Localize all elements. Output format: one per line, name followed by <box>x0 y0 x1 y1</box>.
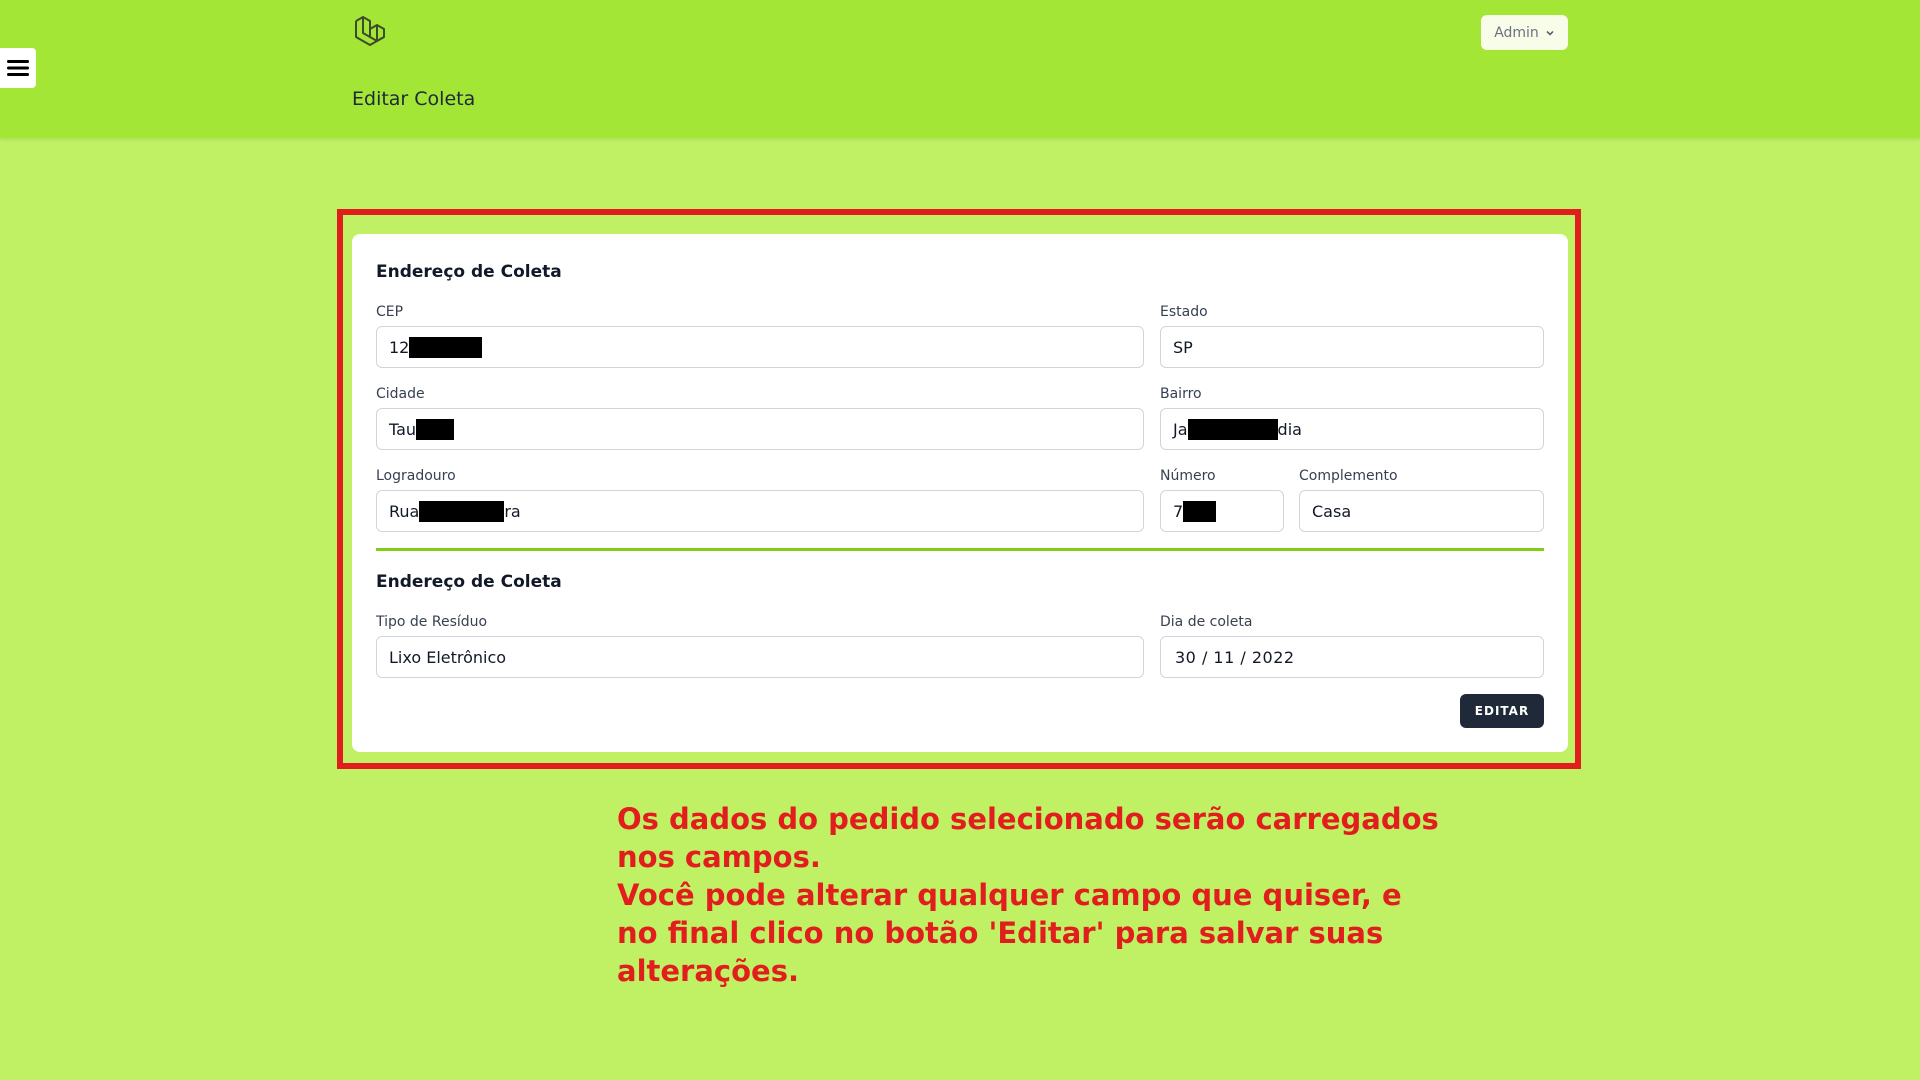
numero-value: 7 <box>1173 501 1184 521</box>
estado-label: Estado <box>1160 304 1208 320</box>
redaction-block <box>409 336 483 358</box>
tipo-residuo-value: Lixo Eletrônico <box>389 647 507 667</box>
laravel-logo-icon[interactable] <box>353 15 389 49</box>
bairro-label: Bairro <box>1160 386 1202 402</box>
logradouro-value-prefix: Rua <box>389 501 420 521</box>
numero-input[interactable]: 7 <box>1160 490 1284 532</box>
estado-input[interactable]: SP <box>1160 326 1544 368</box>
user-menu-button[interactable]: Admin <box>1481 15 1568 50</box>
logradouro-value-suffix: ra <box>504 501 521 521</box>
redaction-block <box>1187 418 1278 440</box>
annotation-line: Os dados do pedido selecionado serão car… <box>617 802 1439 836</box>
redaction-block <box>416 418 455 440</box>
bairro-input[interactable]: Ja dia <box>1160 408 1544 450</box>
numero-label: Número <box>1160 468 1216 484</box>
annotation-line: Você pode alterar qualquer campo que qui… <box>617 878 1402 912</box>
dia-coleta-value: 30 / 11 / 2022 <box>1175 647 1295 667</box>
cidade-label: Cidade <box>376 386 425 402</box>
page-title: Editar Coleta <box>352 88 476 110</box>
dia-coleta-date-input[interactable]: 30 / 11 / 2022 <box>1160 636 1544 678</box>
annotation-line: no final clico no botão 'Editar' para sa… <box>617 916 1384 950</box>
annotation-line: alterações. <box>617 954 799 988</box>
complemento-input[interactable]: Casa <box>1299 490 1544 532</box>
hamburger-menu-icon <box>7 60 29 76</box>
user-menu-label: Admin <box>1494 24 1539 41</box>
chevron-down-icon <box>1546 30 1554 36</box>
tipo-residuo-select[interactable]: Lixo Eletrônico <box>376 636 1144 678</box>
cep-value: 12 <box>389 337 410 357</box>
redaction-block <box>419 500 505 522</box>
section-divider <box>376 548 1544 551</box>
logradouro-input[interactable]: Rua ra <box>376 490 1144 532</box>
cep-label: CEP <box>376 304 404 320</box>
collection-section-title: Endereço de Coleta <box>376 572 562 592</box>
edit-collection-form: Endereço de Coleta CEP 12 Estado SP Cida… <box>352 234 1568 752</box>
cidade-value: Tau <box>389 419 417 439</box>
instruction-annotation: Os dados do pedido selecionado serão car… <box>617 800 1439 990</box>
bairro-value-suffix: dia <box>1277 419 1302 439</box>
estado-value: SP <box>1173 337 1193 357</box>
sidebar-toggle-button[interactable] <box>0 48 36 88</box>
complemento-value: Casa <box>1312 501 1352 521</box>
redaction-block <box>1183 500 1217 522</box>
bairro-value-prefix: Ja <box>1173 419 1188 439</box>
annotation-line: nos campos. <box>617 840 821 874</box>
cep-input[interactable]: 12 <box>376 326 1144 368</box>
dia-coleta-label: Dia de coleta <box>1160 614 1253 630</box>
top-navigation-bar: Admin Editar Coleta <box>0 0 1920 138</box>
address-section-title: Endereço de Coleta <box>376 262 562 282</box>
edit-submit-button[interactable]: EDITAR <box>1460 694 1544 728</box>
tipo-residuo-label: Tipo de Resíduo <box>376 614 488 630</box>
cidade-input[interactable]: Tau <box>376 408 1144 450</box>
logradouro-label: Logradouro <box>376 468 456 484</box>
complemento-label: Complemento <box>1299 468 1398 484</box>
